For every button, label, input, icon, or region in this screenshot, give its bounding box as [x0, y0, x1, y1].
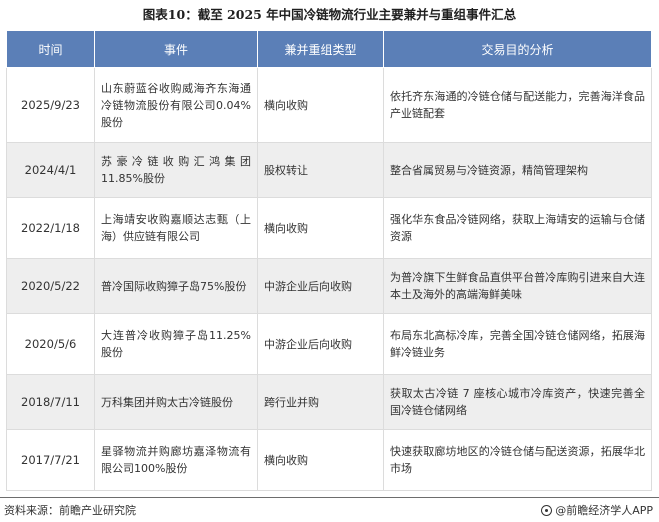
table-row: 2017/7/21 星驿物流并购廊坊嘉泽物流有限公司100%股份 横向收购 快速… — [6, 429, 652, 491]
cell-date: 2020/5/22 — [6, 258, 95, 314]
table-row: 2025/9/23 山东蔚蓝谷收购威海齐东海通冷链物流股份有限公司0.04%股份… — [6, 67, 652, 143]
cell-purpose: 强化华东食品冷链网络，获取上海靖安的运输与仓储资源 — [383, 197, 652, 259]
table-row: 2022/1/18 上海靖安收购嘉顺达志甄（上海）供应链有限公司 横向收购 强化… — [6, 197, 652, 259]
table-title: 图表10：截至 2025 年中国冷链物流行业主要兼并与重组事件汇总 — [142, 7, 517, 22]
cell-type: 横向收购 — [257, 197, 384, 259]
cell-purpose: 快速获取廊坊地区的冷链仓储与配送资源，拓展华北市场 — [383, 429, 652, 491]
circle-logo-icon — [541, 504, 553, 516]
cell-date: 2020/5/6 — [6, 313, 95, 375]
cell-type: 中游企业后向收购 — [257, 313, 384, 375]
header-date: 时间 — [6, 30, 95, 68]
source-note: 资料来源：前瞻产业研究院 — [4, 504, 136, 517]
brand-credit: @前瞻经济学人APP — [541, 502, 653, 518]
cell-event: 大连普冷收购獐子岛11.25%股份 — [94, 313, 258, 375]
cell-type: 股权转让 — [257, 142, 384, 198]
header-row: 时间 事件 兼并重组类型 交易目的分析 — [6, 30, 652, 68]
footer-divider — [0, 497, 659, 498]
cell-date: 2024/4/1 — [6, 142, 95, 198]
table-row: 2018/7/11 万科集团并购太古冷链股份 跨行业并购 获取太古冷链 7 座核… — [6, 374, 652, 430]
cell-event: 上海靖安收购嘉顺达志甄（上海）供应链有限公司 — [94, 197, 258, 259]
cell-date: 2018/7/11 — [6, 374, 95, 430]
cell-date: 2017/7/21 — [6, 429, 95, 491]
table-row: 2020/5/6 大连普冷收购獐子岛11.25%股份 中游企业后向收购 布局东北… — [6, 313, 652, 375]
cell-event: 万科集团并购太古冷链股份 — [94, 374, 258, 430]
cell-date: 2022/1/18 — [6, 197, 95, 259]
cell-event: 星驿物流并购廊坊嘉泽物流有限公司100%股份 — [94, 429, 258, 491]
brand-label: @前瞻经济学人APP — [555, 504, 653, 517]
cell-type: 跨行业并购 — [257, 374, 384, 430]
mergers-table: 时间 事件 兼并重组类型 交易目的分析 2025/9/23 山东蔚蓝谷收购威海齐… — [6, 30, 652, 491]
header-event: 事件 — [94, 30, 258, 68]
table-row: 2020/5/22 普冷国际收购獐子岛75%股份 中游企业后向收购 为普冷旗下生… — [6, 258, 652, 314]
cell-purpose: 依托齐东海通的冷链仓储与配送能力，完善海洋食品产业链配套 — [383, 67, 652, 143]
cell-purpose: 整合省属贸易与冷链资源，精简管理架构 — [383, 142, 652, 198]
cell-type: 横向收购 — [257, 67, 384, 143]
cell-event: 普冷国际收购獐子岛75%股份 — [94, 258, 258, 314]
table-row: 2024/4/1 苏豪冷链收购汇鸿集团11.85%股份 股权转让 整合省属贸易与… — [6, 142, 652, 198]
cell-date: 2025/9/23 — [6, 67, 95, 143]
header-purpose: 交易目的分析 — [383, 30, 652, 68]
cell-event: 山东蔚蓝谷收购威海齐东海通冷链物流股份有限公司0.04%股份 — [94, 67, 258, 143]
cell-purpose: 为普冷旗下生鲜食品直供平台普冷库购引进来自大连本土及海外的高端海鲜美味 — [383, 258, 652, 314]
cell-type: 横向收购 — [257, 429, 384, 491]
header-type: 兼并重组类型 — [257, 30, 384, 68]
cell-purpose: 布局东北高标冷库，完善全国冷链仓储网络，拓展海鲜冷链业务 — [383, 313, 652, 375]
cell-type: 中游企业后向收购 — [257, 258, 384, 314]
cell-purpose: 获取太古冷链 7 座核心城市冷库资产，快速完善全国冷链仓储网络 — [383, 374, 652, 430]
cell-event: 苏豪冷链收购汇鸿集团11.85%股份 — [94, 142, 258, 198]
